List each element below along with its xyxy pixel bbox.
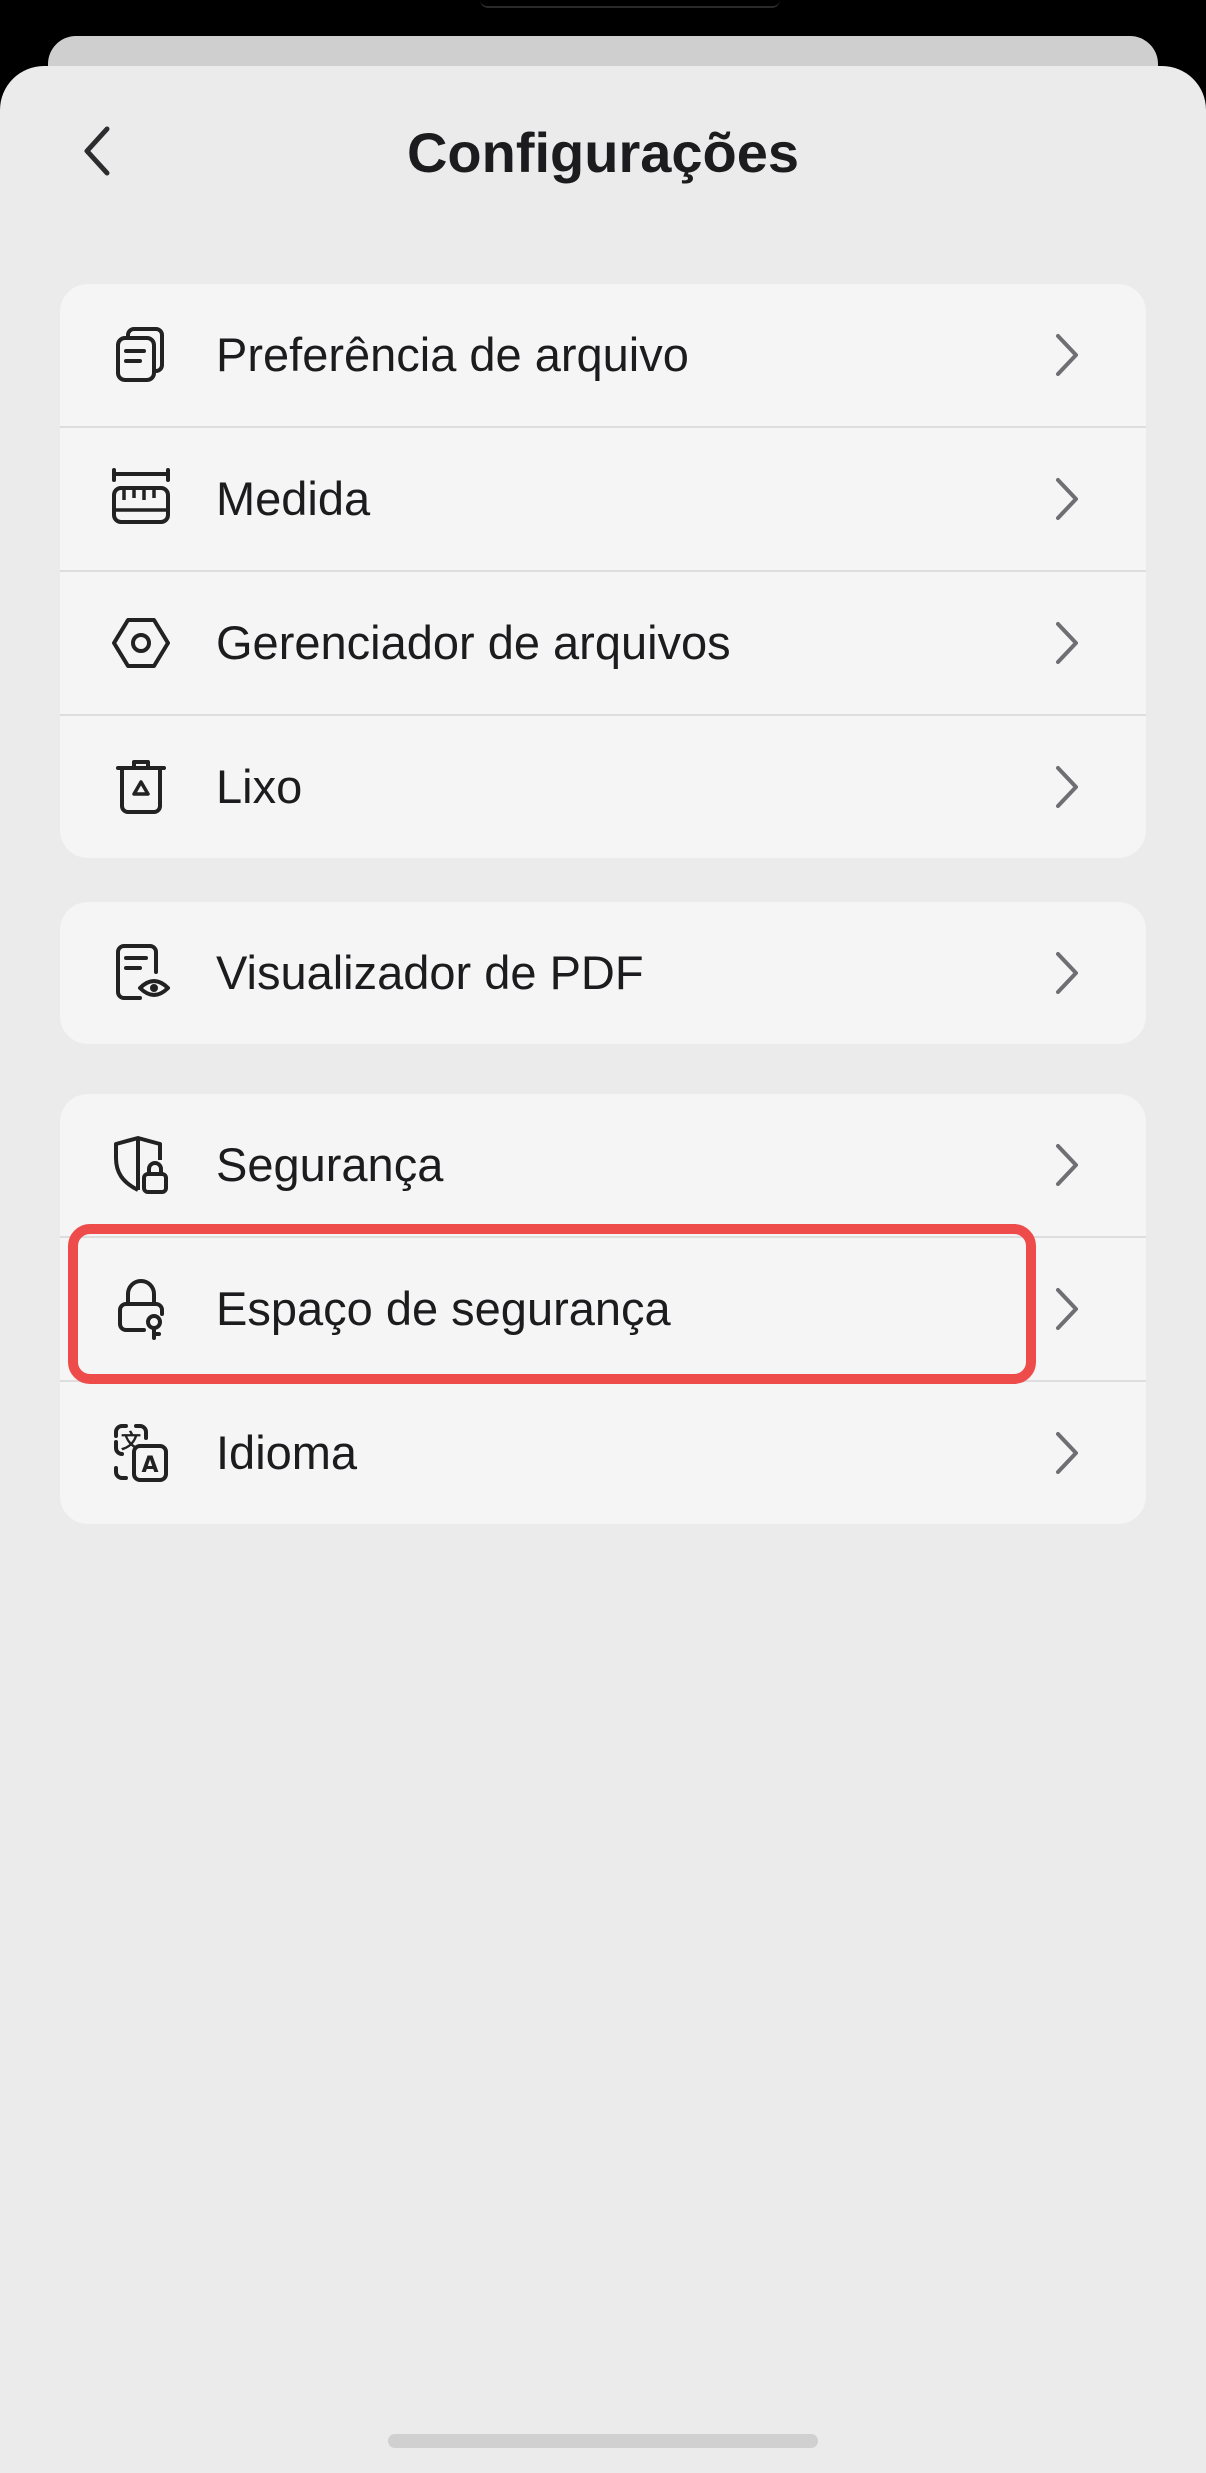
settings-item-label: Medida xyxy=(216,472,371,525)
settings-item-label: Lixo xyxy=(216,760,303,813)
settings-item-label: Visualizador de PDF xyxy=(216,946,644,999)
chevron-right-icon xyxy=(1056,1144,1078,1186)
settings-item-label: Preferência de arquivo xyxy=(216,328,689,381)
chevron-right-icon xyxy=(1056,766,1078,808)
hexagon-icon xyxy=(112,618,170,668)
document-eye-icon xyxy=(116,944,170,1000)
settings-item-language[interactable]: 文 A Idioma xyxy=(60,1380,1146,1524)
navigation-bar: Configurações xyxy=(0,66,1206,236)
settings-item-security[interactable]: Segurança xyxy=(60,1094,1146,1236)
settings-item-label: Idioma xyxy=(216,1426,358,1479)
settings-item-label: Gerenciador de arquivos xyxy=(216,616,731,669)
settings-item-measure[interactable]: Medida xyxy=(60,426,1146,570)
settings-group-files: Preferência de arquivo Medida Gerenciado… xyxy=(60,284,1146,858)
lock-key-icon xyxy=(118,1279,164,1340)
settings-item-file-preference[interactable]: Preferência de arquivo xyxy=(60,284,1146,426)
shield-lock-icon xyxy=(114,1136,168,1194)
translate-icon: 文 A xyxy=(114,1424,168,1482)
settings-item-label: Segurança xyxy=(216,1138,444,1191)
chevron-right-icon xyxy=(1056,952,1078,994)
chevron-right-icon xyxy=(1056,1288,1078,1330)
home-indicator xyxy=(388,2434,818,2448)
device-notch xyxy=(480,0,780,8)
trash-icon xyxy=(116,760,166,814)
chevron-right-icon xyxy=(1056,622,1078,664)
chevron-right-icon xyxy=(1056,334,1078,376)
settings-item-pdf-viewer[interactable]: Visualizador de PDF xyxy=(60,902,1146,1044)
ruler-icon xyxy=(112,468,170,524)
settings-item-file-manager[interactable]: Gerenciador de arquivos xyxy=(60,570,1146,714)
file-stack-icon xyxy=(116,327,164,382)
chevron-right-icon xyxy=(1056,478,1078,520)
settings-group-viewer: Visualizador de PDF xyxy=(60,902,1146,1044)
settings-group-security: Segurança Espaço de segurança 文 A Idioma xyxy=(60,1094,1146,1524)
svg-text:A: A xyxy=(141,1453,158,1478)
settings-item-trash[interactable]: Lixo xyxy=(60,714,1146,858)
settings-item-secure-space[interactable]: Espaço de segurança xyxy=(60,1236,1146,1380)
settings-sheet: Configurações Preferência de arquivo Med… xyxy=(0,66,1206,2473)
page-title: Configurações xyxy=(406,121,800,184)
settings-item-label: Espaço de segurança xyxy=(216,1282,671,1335)
chevron-right-icon xyxy=(1056,1432,1078,1474)
